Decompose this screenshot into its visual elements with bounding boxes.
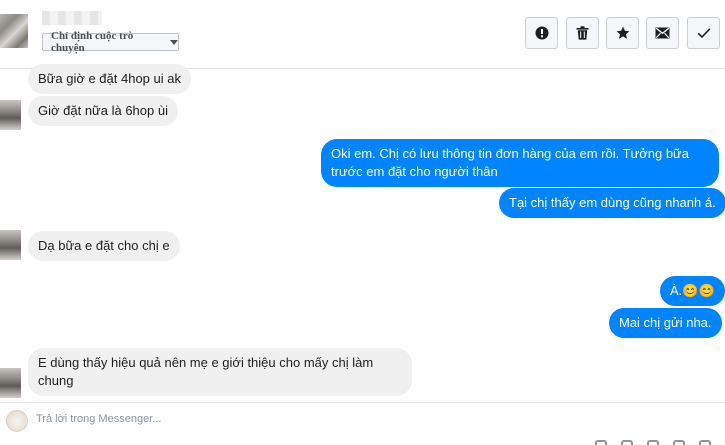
assign-conversation-label: Chỉ định cuộc trò chuyện <box>51 30 134 54</box>
mark-spam-button[interactable] <box>525 17 558 49</box>
message-incoming: Dạ bữa e đặt cho chị e <box>28 231 180 261</box>
like-icon[interactable] <box>699 440 711 445</box>
reply-input[interactable]: Trả lời trong Messenger... <box>36 413 161 425</box>
image-icon[interactable] <box>621 440 633 445</box>
page-avatar <box>6 410 28 432</box>
message-incoming: E dùng thấy hiệu quả nên mẹ e giới thiệu… <box>28 348 412 396</box>
caret-down-icon <box>170 39 178 45</box>
sender-avatar <box>0 100 21 130</box>
message-list: Bữa giờ e đặt 4hop ui ak Giờ đặt nữa là … <box>0 64 725 400</box>
sender-avatar <box>0 230 21 260</box>
sender-avatar <box>0 368 21 398</box>
mark-unread-button[interactable] <box>646 17 679 49</box>
message-outgoing: Tại chị thấy em dùng cũng nhanh á. <box>499 188 725 218</box>
message-outgoing: Mai chị gửi nha. <box>609 308 722 338</box>
alert-icon <box>535 26 548 40</box>
message-outgoing: Oki em. Chị có lưu thông tin đơn hàng củ… <box>321 139 719 187</box>
attachment-icon[interactable] <box>595 440 607 445</box>
conversation-header: Chỉ định cuộc trò chuyện <box>0 0 725 69</box>
contact-name-blurred <box>42 11 102 25</box>
star-icon <box>616 26 629 39</box>
message-incoming: Bữa giờ e đặt 4hop ui ak <box>28 64 191 94</box>
delete-button[interactable] <box>566 17 599 49</box>
contact-avatar[interactable] <box>0 14 28 48</box>
assign-conversation-dropdown[interactable]: Chỉ định cuộc trò chuyện <box>42 30 179 54</box>
star-button[interactable] <box>606 17 639 49</box>
mark-done-button[interactable] <box>687 17 720 49</box>
trash-icon <box>576 26 589 40</box>
composer-toolbar <box>595 440 711 445</box>
gif-icon[interactable] <box>673 440 685 445</box>
check-icon <box>697 28 710 39</box>
message-incoming: Giờ đặt nữa là 6hop ùi <box>28 96 178 126</box>
message-outgoing: À.😊😊 <box>660 276 725 306</box>
envelope-icon <box>655 27 670 39</box>
reply-composer: Trả lời trong Messenger... <box>0 402 725 445</box>
emoji-icon[interactable] <box>647 440 659 445</box>
